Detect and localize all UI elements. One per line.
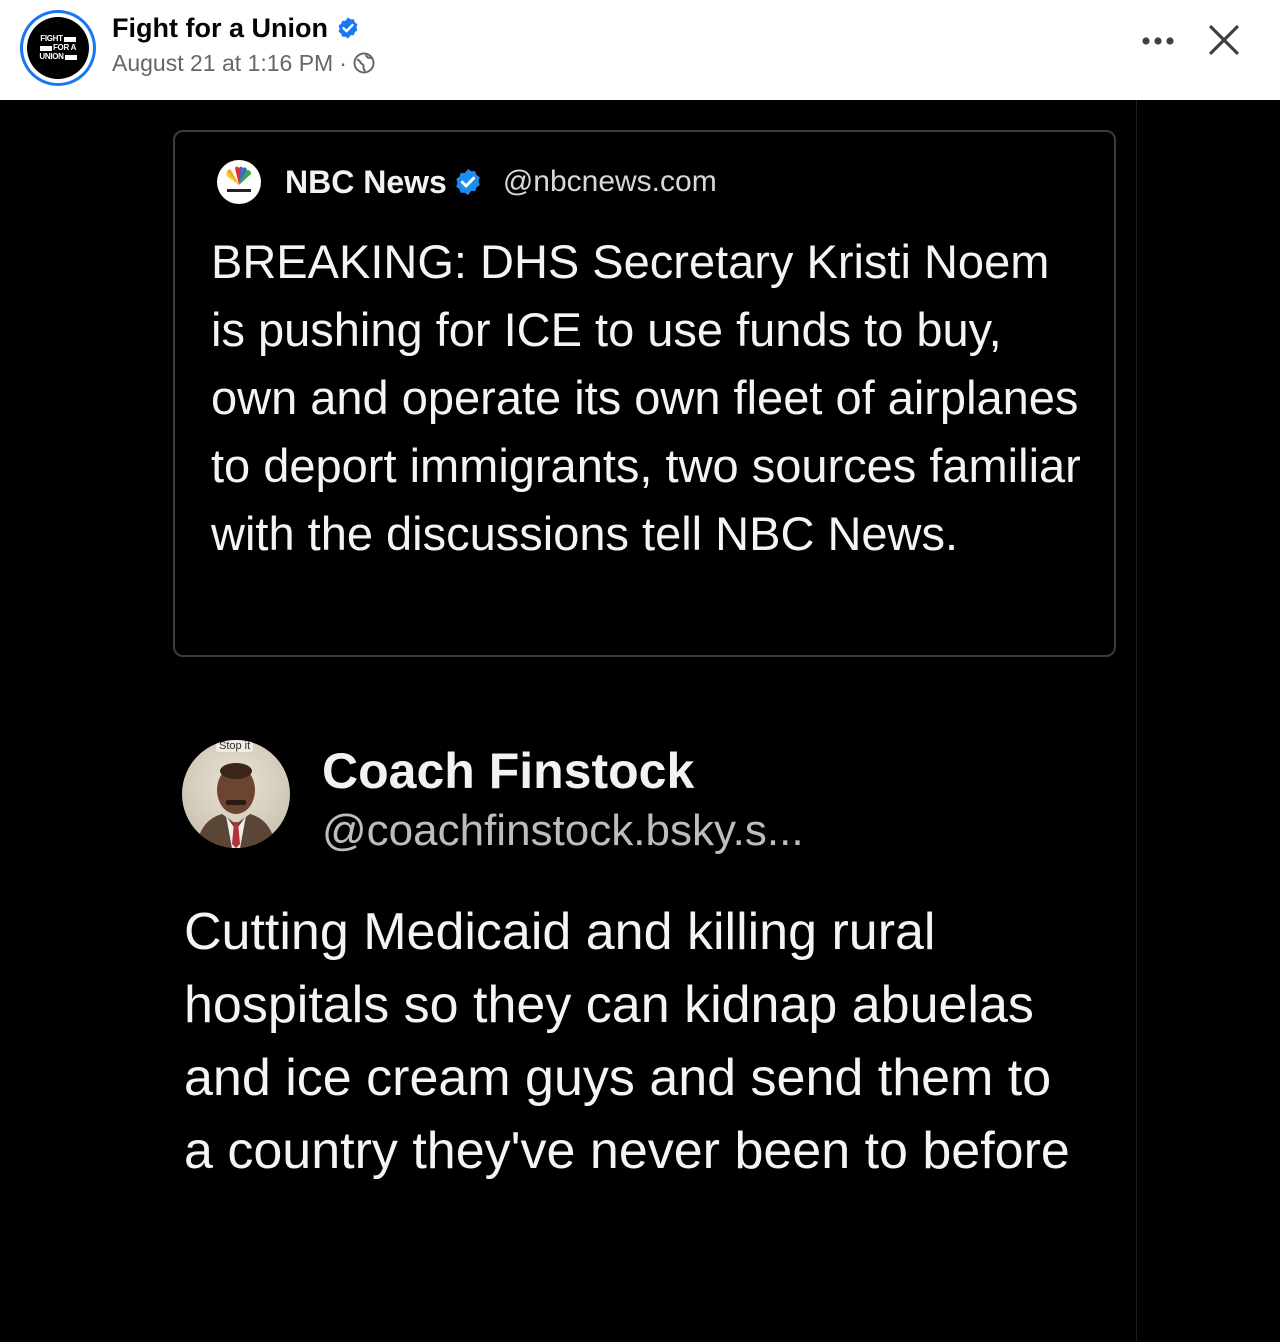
quoted-verified-badge-icon — [453, 167, 483, 197]
page-name[interactable]: Fight for a Union — [112, 13, 328, 44]
quoted-author-name: NBC News — [285, 163, 447, 200]
meta-separator: · — [339, 49, 347, 76]
verified-badge-icon — [336, 16, 360, 40]
post-image[interactable]: NBC News @nbcnews.com BREAKING: DHS Secr… — [0, 100, 1280, 1342]
logo-line-2: FOR A — [52, 43, 77, 52]
image-edge-divider — [1136, 100, 1137, 1342]
logo-line-3: UNION — [39, 52, 64, 61]
logo-line-1: FIGHT — [40, 34, 63, 43]
quoted-post-card: NBC News @nbcnews.com BREAKING: DHS Secr… — [173, 130, 1116, 657]
reply-text: Cutting Medicaid and killing rural hospi… — [184, 903, 1070, 1180]
post-timestamp[interactable]: August 21 at 1:16 PM — [112, 50, 333, 77]
more-options-icon — [1141, 33, 1175, 51]
more-options-button[interactable] — [1136, 24, 1180, 60]
nbc-peacock-logo-icon — [217, 160, 261, 204]
close-button[interactable] — [1200, 18, 1248, 66]
page-avatar[interactable]: FIGHT FOR A UNION — [20, 10, 96, 86]
post-header: FIGHT FOR A UNION Fight for a Union Augu… — [0, 0, 1280, 100]
avatar-ring: FIGHT FOR A UNION — [23, 13, 93, 83]
quoted-post-header: NBC News @nbcnews.com — [217, 160, 717, 204]
quoted-post-text: BREAKING: DHS Secretary Kristi Noem is p… — [211, 235, 1081, 560]
page-logo: FIGHT FOR A UNION — [27, 17, 89, 79]
reply-author-avatar: Stop it — [182, 740, 290, 848]
person-portrait-icon — [196, 763, 276, 848]
globe-icon[interactable] — [353, 52, 375, 74]
reply-author-handle: @coachfinstock.bsky.s... — [322, 806, 804, 855]
page-name-row: Fight for a Union — [112, 12, 360, 44]
close-icon — [1208, 24, 1240, 61]
reply-author-name: Coach Finstock — [322, 743, 695, 799]
post-meta: August 21 at 1:16 PM · — [112, 48, 375, 78]
quoted-author-handle: @nbcnews.com — [502, 165, 717, 198]
